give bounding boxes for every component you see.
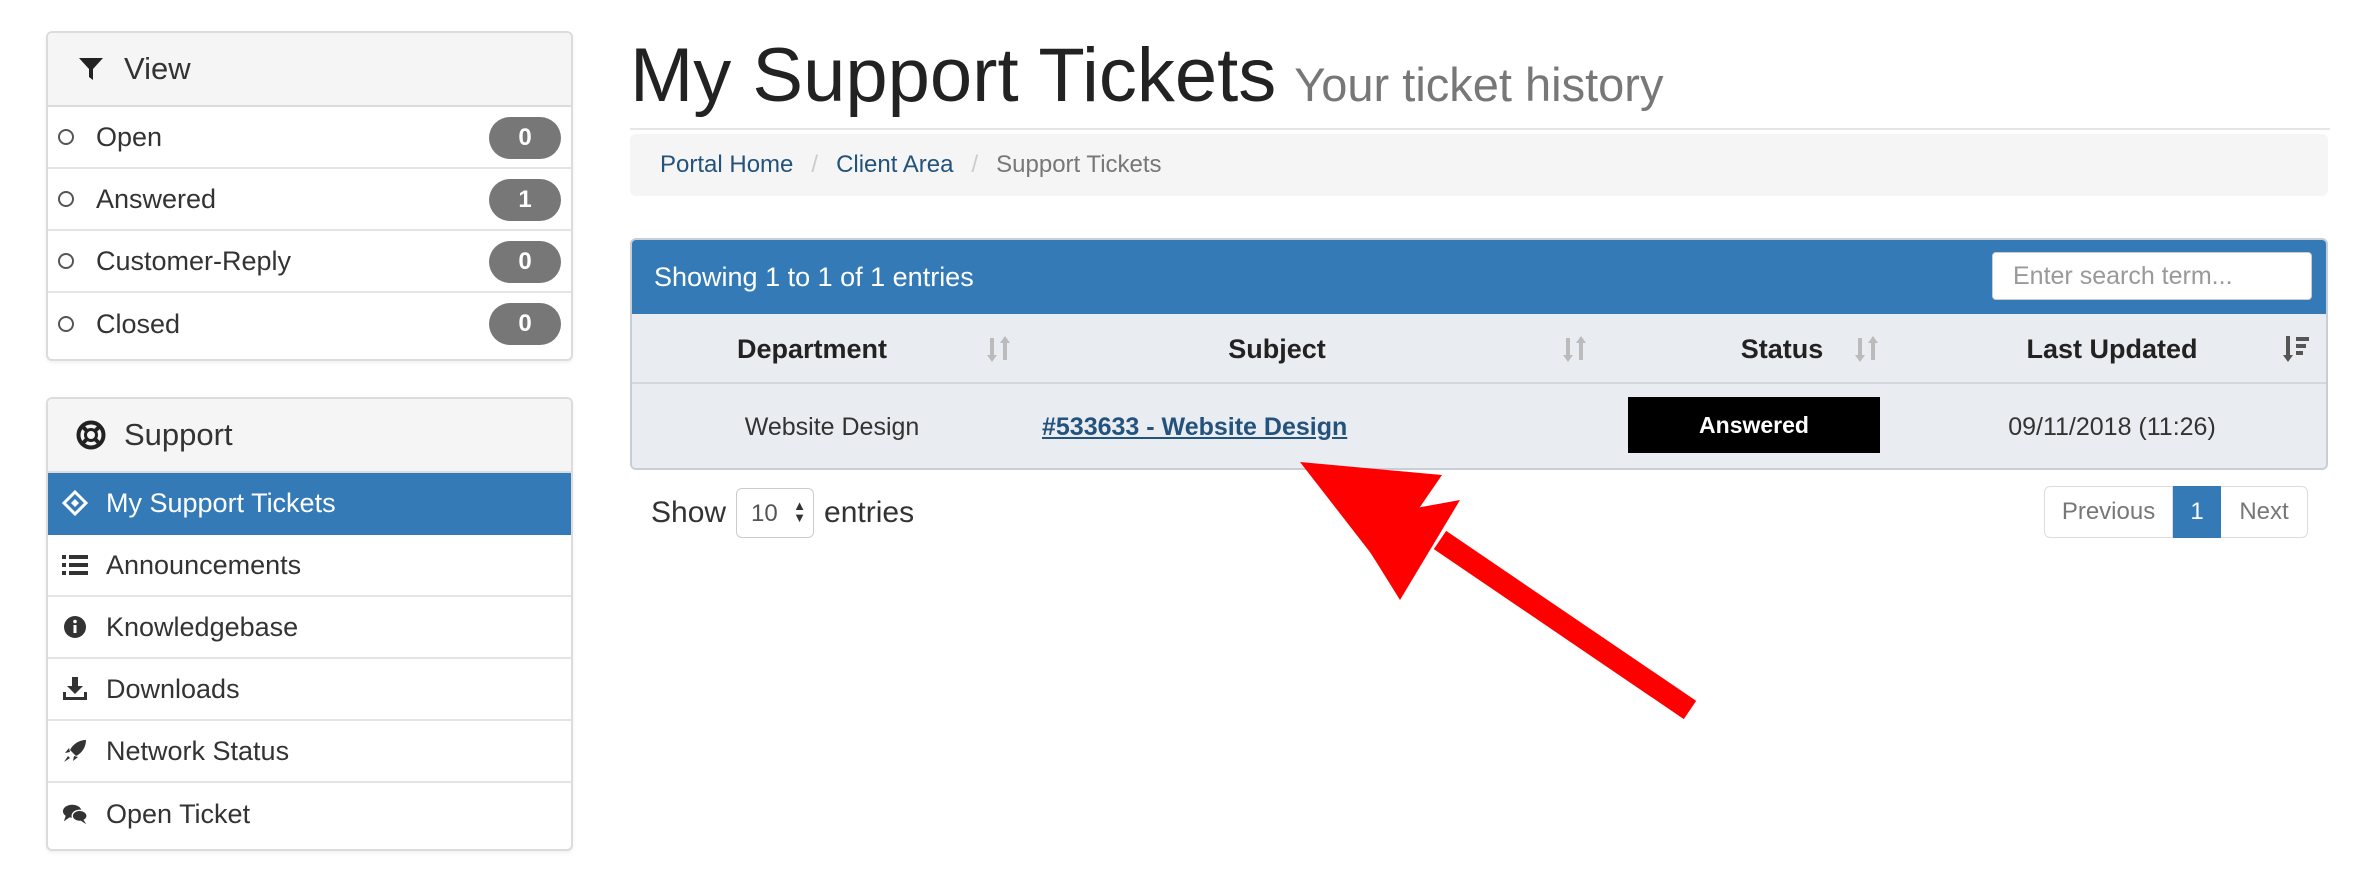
table-toolbar: Showing 1 to 1 of 1 entries <box>632 240 2326 314</box>
sidebar-item-label: Announcements <box>106 549 302 580</box>
breadcrumb-client-area[interactable]: Client Area <box>836 151 953 179</box>
sort-both-icon[interactable] <box>1562 336 1588 367</box>
filter-item-label: Customer-Reply <box>96 245 292 276</box>
sidebar-item-network-status[interactable]: Network Status <box>48 721 571 783</box>
breadcrumb-current: Support Tickets <box>996 151 1162 178</box>
show-label: Show <box>651 496 727 529</box>
filter-item-customer-reply[interactable]: Customer-Reply 0 <box>48 231 571 293</box>
column-header-department[interactable]: Department <box>632 314 992 384</box>
status-label: Answered <box>1628 397 1880 453</box>
filter-item-answered[interactable]: Answered 1 <box>48 169 571 231</box>
breadcrumb-portal-home[interactable]: Portal Home <box>660 151 793 179</box>
sort-descending-icon[interactable] <box>2282 336 2310 367</box>
column-header-label: Last Updated <box>2026 334 2198 364</box>
count-badge: 0 <box>489 117 561 159</box>
table-row[interactable]: Website Design #533633 - Website Design … <box>632 384 2326 468</box>
count-badge: 1 <box>489 179 561 221</box>
next-button[interactable]: Next <box>2221 486 2308 538</box>
comments-icon <box>62 801 88 827</box>
view-panel-title: View <box>124 51 191 86</box>
rocket-icon <box>62 738 88 764</box>
column-header-label: Subject <box>1228 334 1326 364</box>
radio-icon[interactable] <box>58 253 74 269</box>
page-title-text: My Support Tickets <box>630 33 1277 118</box>
column-header-status[interactable]: Status <box>1632 314 1932 384</box>
breadcrumb-separator: / <box>971 151 979 178</box>
column-header-label: Department <box>736 334 888 364</box>
life-ring-icon <box>76 420 106 450</box>
support-panel-heading: Support <box>48 399 571 473</box>
search-input[interactable] <box>1992 252 2312 300</box>
table-header: Department Subject Status Last Updated <box>632 314 2326 384</box>
radio-icon[interactable] <box>58 129 74 145</box>
breadcrumb-separator: / <box>811 151 819 178</box>
support-panel-title: Support <box>124 417 233 452</box>
column-header-last-updated[interactable]: Last Updated <box>1962 314 2262 384</box>
sidebar-item-open-ticket[interactable]: Open Ticket <box>48 783 571 845</box>
sidebar-item-label: My Support Tickets <box>106 487 336 518</box>
sort-both-icon[interactable] <box>986 336 1012 367</box>
ticket-subject-link[interactable]: #533633 - Website Design <box>1042 413 1347 441</box>
sidebar-item-label: Downloads <box>106 673 240 704</box>
cell-last-updated: 09/11/2018 (11:26) <box>2008 413 2216 441</box>
pagination: Previous 1 Next <box>2044 486 2308 538</box>
sidebar-item-my-support-tickets[interactable]: My Support Tickets <box>48 473 571 535</box>
sidebar-item-label: Knowledgebase <box>106 611 299 642</box>
tickets-table: Showing 1 to 1 of 1 entries Department S… <box>630 238 2328 470</box>
table-info: Showing 1 to 1 of 1 entries <box>654 262 974 292</box>
filter-item-label: Closed <box>96 308 181 339</box>
support-panel: Support My Support Tickets Announcements… <box>46 397 573 851</box>
page-subtitle: Your ticket history <box>1294 58 1664 111</box>
page-title: My Support Tickets Your ticket history <box>630 38 1663 114</box>
previous-button[interactable]: Previous <box>2044 486 2173 538</box>
filter-item-open[interactable]: Open 0 <box>48 107 571 169</box>
sidebar-item-label: Network Status <box>106 735 290 766</box>
filter-icon <box>76 54 106 84</box>
page-length-control: Show 10 ▲ ▼ entries <box>651 488 914 538</box>
sidebar-item-label: Open Ticket <box>106 798 251 829</box>
download-icon <box>62 676 88 702</box>
breadcrumb: Portal Home / Client Area / Support Tick… <box>630 134 2328 196</box>
title-divider <box>630 128 2330 130</box>
info-circle-icon <box>62 614 88 640</box>
ticket-icon <box>62 490 88 516</box>
radio-icon[interactable] <box>58 316 74 332</box>
view-panel: View Open 0 Answered 1 Customer-Reply 0 … <box>46 31 573 361</box>
sort-both-icon[interactable] <box>1854 336 1880 367</box>
sidebar-item-announcements[interactable]: Announcements <box>48 535 571 597</box>
cell-subject: #533633 - Website Design <box>1042 384 1602 468</box>
cell-department: Website Design <box>744 413 920 441</box>
entries-label: entries <box>824 496 915 529</box>
filter-item-label: Open <box>96 121 163 152</box>
filter-item-closed[interactable]: Closed 0 <box>48 293 571 355</box>
annotation-arrow-icon <box>1300 462 1697 720</box>
column-header-subject[interactable]: Subject <box>1042 314 1512 384</box>
filter-item-label: Answered <box>96 183 217 214</box>
column-header-label: Status <box>1740 334 1824 364</box>
count-badge: 0 <box>489 303 561 345</box>
page-length-select[interactable]: 10 <box>736 488 815 538</box>
view-panel-heading: View <box>48 33 571 107</box>
sidebar-item-downloads[interactable]: Downloads <box>48 659 571 721</box>
sidebar-item-knowledgebase[interactable]: Knowledgebase <box>48 597 571 659</box>
list-icon <box>62 552 88 578</box>
radio-icon[interactable] <box>58 191 74 207</box>
page-1-button[interactable]: 1 <box>2173 486 2221 538</box>
count-badge: 0 <box>489 241 561 283</box>
page-length-select-wrapper: 10 ▲ ▼ <box>726 488 824 538</box>
